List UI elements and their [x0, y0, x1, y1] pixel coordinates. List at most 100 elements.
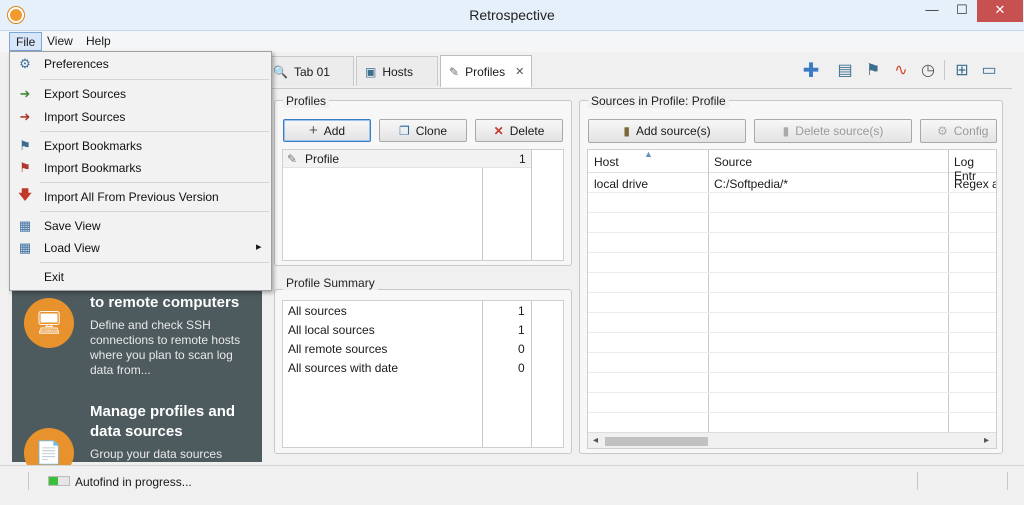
profiles-panel-title: Profiles [283, 94, 330, 108]
clock-icon[interactable]: ◷ [917, 60, 939, 80]
toolbar-separator [944, 60, 945, 80]
minimize-button[interactable]: — [917, 0, 947, 22]
menu-item-label: Export Sources [44, 87, 127, 101]
scroll-left-icon[interactable]: ◂ [593, 435, 598, 446]
source-path: C:/Softpedia/* [714, 177, 789, 191]
menu-view[interactable]: View [41, 32, 79, 51]
window-title: Retrospective [469, 7, 555, 23]
menu-file[interactable]: File [9, 32, 43, 51]
sort-ascending-icon: ▲ [644, 149, 653, 159]
summary-label: All local sources [288, 323, 375, 337]
import-sources-icon: ➜ [19, 109, 31, 124]
status-separator [917, 472, 918, 490]
scrollbar-thumb[interactable] [605, 437, 708, 446]
layout-icon[interactable]: ⊞ [951, 60, 973, 80]
menu-item-load-view[interactable]: ▦ Load View ▸ [12, 237, 269, 259]
delete-icon: ✕ [493, 123, 504, 138]
table-row [588, 333, 996, 353]
profile-summary-title: Profile Summary [283, 276, 378, 290]
load-view-icon: ▦ [18, 240, 32, 255]
menu-item-preferences[interactable]: ⚙ Preferences [12, 53, 269, 75]
pulse-icon[interactable]: ∿ [890, 60, 912, 80]
clone-profile-button[interactable]: ❐ Clone [379, 119, 467, 142]
clone-icon: ❐ [398, 123, 410, 138]
source-host: local drive [594, 177, 649, 191]
file-menu-dropdown: ⚙ Preferences ➜ Export Sources ➜ Import … [9, 51, 272, 291]
summary-value: 1 [518, 323, 525, 337]
source-log-entry: Regex at [954, 177, 996, 191]
menu-item-label: Export Bookmarks [44, 139, 143, 153]
delete-source-button[interactable]: ▮ Delete source(s) [754, 119, 912, 143]
clone-profile-label: Clone [415, 123, 448, 138]
monitor-toolbar-icon[interactable]: ▭ [978, 60, 1000, 80]
tab-profiles[interactable]: ✎ Profiles ✕ [440, 55, 532, 87]
progress-fill [49, 477, 58, 485]
menu-separator [40, 79, 269, 80]
horizontal-scrollbar[interactable]: ◂ ▸ [588, 432, 996, 448]
column-divider [531, 150, 532, 260]
table-row [588, 233, 996, 253]
menu-item-label: Import Sources [44, 110, 126, 124]
tab-hosts[interactable]: ▣ Hosts [356, 56, 438, 86]
menu-item-import-bookmarks[interactable]: ⚑ Import Bookmarks [12, 157, 269, 179]
table-row [588, 193, 996, 213]
menu-help[interactable]: Help [80, 32, 117, 51]
title-bar: Retrospective — ☐ ✕ [0, 0, 1024, 31]
menu-item-exit[interactable]: Exit [12, 266, 269, 288]
table-row [588, 293, 996, 313]
tab-label: Tab 01 [293, 64, 330, 79]
add-icon[interactable]: ✚ [800, 60, 822, 82]
menu-separator [40, 131, 269, 132]
bookmark-icon[interactable]: ⚑ [862, 60, 884, 80]
tab-tab01[interactable]: 🔍 Tab 01 [264, 56, 354, 86]
menu-bar: File View Help [0, 31, 1024, 52]
table-row [588, 253, 996, 273]
table-row [588, 373, 996, 393]
save-view-icon: ▦ [18, 218, 32, 233]
export-sources-icon: ➜ [19, 86, 31, 101]
tab-label: Profiles [465, 64, 506, 79]
maximize-button[interactable]: ☐ [947, 0, 977, 22]
close-button[interactable]: ✕ [977, 0, 1023, 22]
summary-table: All sources 1 All local sources 1 All re… [282, 300, 564, 448]
menu-item-import-all[interactable]: 🡇 Import All From Previous Version [12, 186, 269, 208]
arrow-down-icon: 🡇 [18, 187, 32, 202]
config-icon: ⚙ [937, 124, 948, 138]
table-row [588, 273, 996, 293]
table-row[interactable]: ✎ Profile 1 [283, 150, 531, 168]
summary-label: All remote sources [288, 342, 388, 356]
config-source-button[interactable]: ⚙ Config [920, 119, 997, 143]
delete-profile-button[interactable]: ✕ Delete [475, 119, 563, 142]
add-source-button[interactable]: ▮ Add source(s) [588, 119, 746, 143]
table-row[interactable]: local drive C:/Softpedia/* Regex at [588, 173, 996, 193]
profiles-table: ✎ Profile 1 [282, 149, 564, 261]
status-text: Autofind in progress... [75, 475, 192, 489]
add-source-label: Add source(s) [635, 124, 711, 138]
monitor-icon: 🖥 [24, 298, 74, 348]
menu-separator [40, 211, 269, 212]
menu-item-export-bookmarks[interactable]: ⚑ Export Bookmarks [12, 135, 269, 157]
menu-item-export-sources[interactable]: ➜ Export Sources [12, 83, 269, 105]
menu-item-import-sources[interactable]: ➜ Import Sources [12, 106, 269, 128]
host-add-icon[interactable]: ▤ [834, 60, 856, 80]
table-row [588, 213, 996, 233]
summary-value: 0 [518, 361, 525, 375]
sources-panel-title: Sources in Profile: Profile [588, 94, 729, 108]
tab-close-icon[interactable]: ✕ [515, 65, 524, 78]
sidebar-text-profiles: Group your data sources [90, 447, 223, 461]
menu-item-label: Import All From Previous Version [44, 190, 219, 204]
scroll-right-icon[interactable]: ▸ [984, 435, 989, 446]
column-header-host[interactable]: Host [594, 155, 619, 169]
tab-label: Hosts [382, 64, 414, 79]
menu-item-save-view[interactable]: ▦ Save View [12, 215, 269, 237]
table-row [588, 313, 996, 333]
sidebar-text-remote: Define and check SSH connections to remo… [90, 318, 241, 377]
menu-item-label: Exit [44, 270, 65, 284]
table-header: Host ▲ Source Log Entr [588, 149, 996, 183]
column-header-source[interactable]: Source [714, 155, 752, 169]
gear-icon: ⚙ [19, 56, 31, 71]
menu-item-label: Import Bookmarks [44, 161, 142, 175]
add-profile-button[interactable]: + Add [283, 119, 371, 142]
plus-icon: + [308, 122, 318, 139]
menu-separator [40, 262, 269, 263]
